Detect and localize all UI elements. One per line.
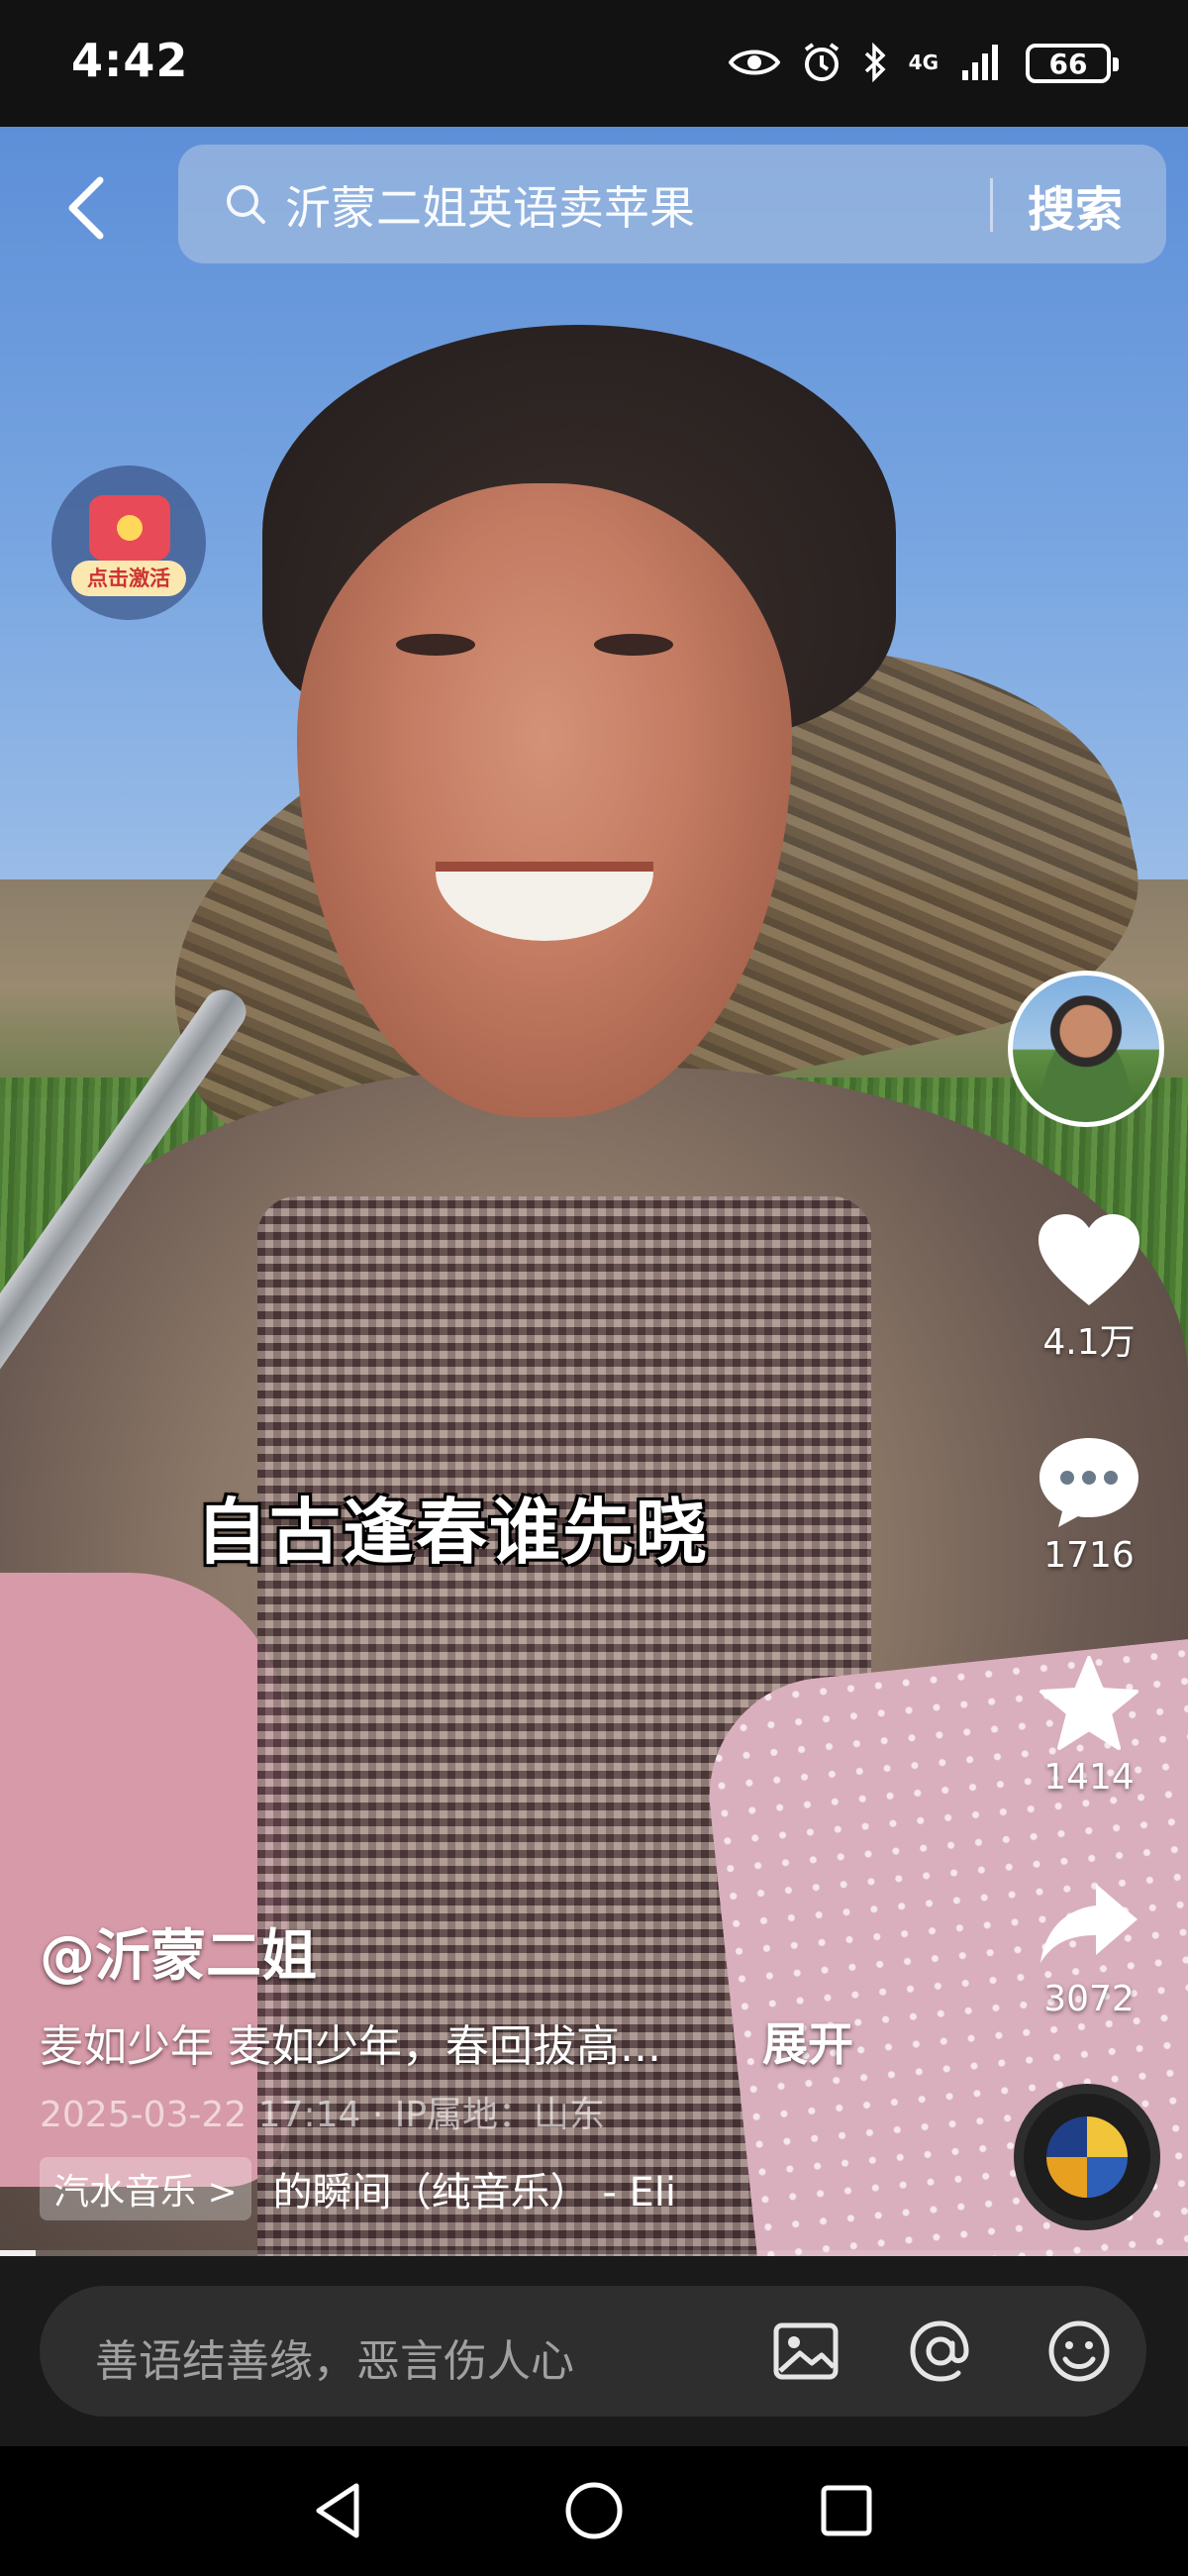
comment-button[interactable]: 1716: [1020, 1432, 1158, 1576]
image-icon[interactable]: [770, 2316, 842, 2387]
alarm-icon: [804, 43, 839, 81]
music-source-tag[interactable]: 汽水音乐 >: [40, 2157, 251, 2220]
author-name[interactable]: @沂蒙二姐: [40, 1911, 317, 1992]
music-row[interactable]: 汽水音乐 > 的瞬间（纯音乐） - Eli: [40, 2157, 676, 2220]
favorite-count: 1414: [1043, 1757, 1135, 1798]
star-icon: [1040, 1656, 1138, 1750]
music-cover: [1046, 2116, 1128, 2198]
status-bar: 4:42 4G 66: [0, 0, 1188, 127]
video-eye-left: [396, 634, 475, 656]
heart-icon: [1039, 1214, 1139, 1305]
search-button[interactable]: 搜索: [1028, 170, 1123, 240]
bluetooth-icon: [864, 42, 886, 83]
nav-back-icon[interactable]: [305, 2476, 374, 2545]
comment-count: 1716: [1043, 1535, 1135, 1576]
share-button[interactable]: 3072: [1020, 1876, 1158, 2019]
nav-recents-icon[interactable]: [812, 2476, 881, 2545]
status-icons: 4G: [728, 42, 1000, 83]
red-packet-icon: [89, 495, 170, 561]
activate-badge[interactable]: 点击激活: [51, 465, 206, 620]
at-icon[interactable]: [905, 2316, 976, 2387]
chevron-left-icon: [68, 176, 104, 240]
signal-icon: [962, 45, 998, 80]
search-input[interactable]: 沂蒙二姐英语卖苹果: [285, 172, 695, 238]
video-subtitle: 自古逢春谁先晓: [196, 1491, 710, 1574]
eye-icon: [728, 50, 780, 75]
comment-input[interactable]: 善语结善缘，恶言伤人心: [40, 2286, 1146, 2417]
comment-icon: [1040, 1438, 1138, 1527]
back-button[interactable]: [51, 168, 121, 248]
search-icon: [227, 185, 265, 224]
music-title[interactable]: 的瞬间（纯音乐） - Eli: [273, 2160, 676, 2217]
comment-bar: 善语结善缘，恶言伤人心: [0, 2256, 1188, 2446]
search-divider: [990, 178, 993, 232]
system-nav-bar: [0, 2446, 1188, 2576]
share-arrow-icon: [1040, 1884, 1138, 1963]
music-disc[interactable]: [1014, 2084, 1160, 2230]
status-time: 4:42: [71, 34, 189, 87]
search-bar[interactable]: 沂蒙二姐英语卖苹果 搜索: [178, 145, 1166, 263]
network-label: 4G: [908, 51, 939, 74]
share-count: 3072: [1043, 1979, 1135, 2019]
like-button[interactable]: 4.1万: [1020, 1210, 1158, 1365]
like-count: 4.1万: [1042, 1322, 1136, 1363]
expand-button[interactable]: 展开: [762, 2009, 853, 2074]
video-description: 麦如少年 麦如少年，春回拔高...: [40, 2021, 661, 2072]
activate-label: 点击激活: [71, 561, 186, 596]
author-avatar[interactable]: [1008, 971, 1164, 1127]
post-meta: 2025-03-22 17:14 · IP属地：山东: [40, 2095, 606, 2135]
video-eye-right: [594, 634, 673, 656]
comment-placeholder: 善语结善缘，恶言伤人心: [95, 2336, 574, 2387]
favorite-button[interactable]: 1414: [1020, 1654, 1158, 1798]
battery-indicator: 66: [1026, 44, 1119, 83]
emoji-icon[interactable]: [1043, 2316, 1115, 2387]
nav-home-icon[interactable]: [559, 2476, 629, 2545]
